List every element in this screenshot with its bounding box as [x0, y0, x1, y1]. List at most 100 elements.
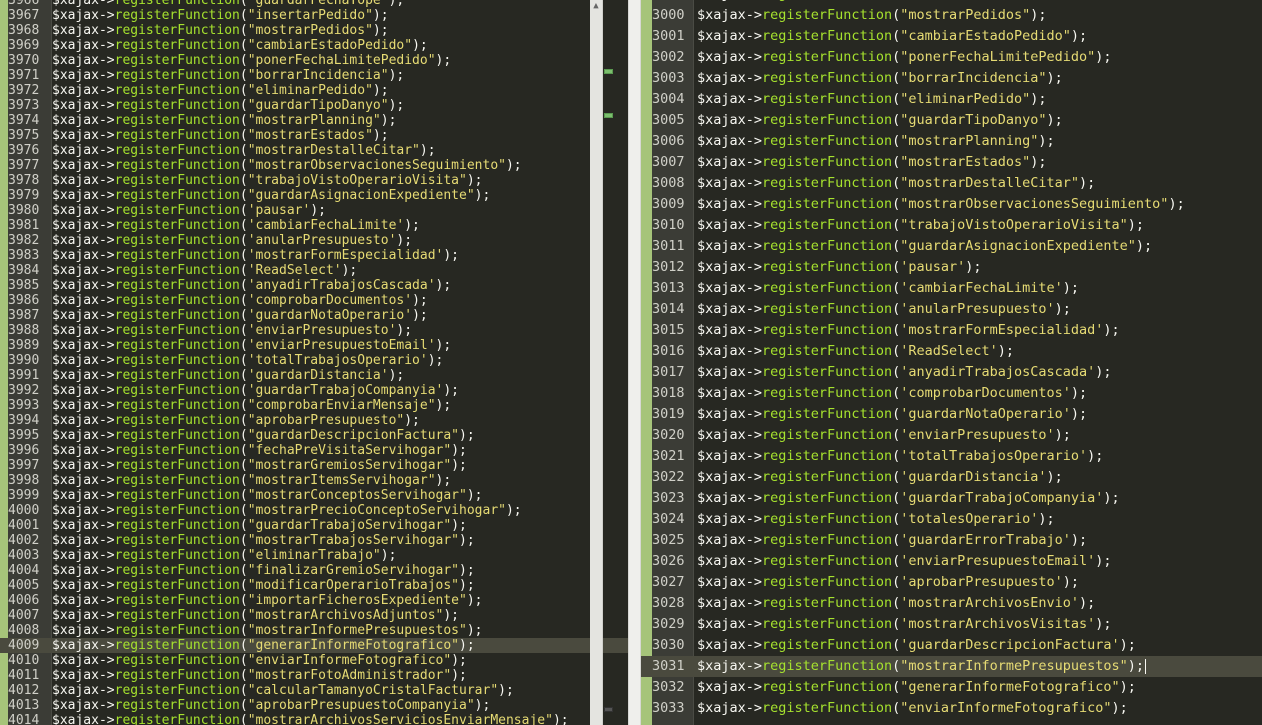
code-line[interactable]: 3992 $xajax->registerFunction('guardarTra… — [0, 383, 628, 398]
code-text[interactable]: $xajax->registerFunction("trabajoVistoOp… — [697, 215, 1144, 236]
code-text[interactable]: $xajax->registerFunction("aprobarPresupu… — [52, 698, 490, 713]
code-line[interactable]: 4004 $xajax->registerFunction("finalizarG… — [0, 563, 628, 578]
code-text[interactable]: $xajax->registerFunction('anyadirTrabajo… — [697, 362, 1112, 383]
code-line[interactable]: 3033 $xajax->registerFunction("enviarInfo… — [641, 698, 1262, 719]
code-line[interactable]: 3012 $xajax->registerFunction('pausar'); — [641, 257, 1262, 278]
code-line[interactable]: 3987 $xajax->registerFunction('guardarNot… — [0, 308, 628, 323]
code-line[interactable]: 4006 $xajax->registerFunction("importarFi… — [0, 593, 628, 608]
code-text[interactable]: $xajax->registerFunction("guardarDescrip… — [52, 428, 475, 443]
code-line[interactable]: 3971 $xajax->registerFunction("borrarInci… — [0, 68, 628, 83]
code-line[interactable]: 3997 $xajax->registerFunction("mostrarGre… — [0, 458, 628, 473]
code-text[interactable]: $xajax->registerFunction("eliminarPedido… — [697, 89, 1047, 110]
code-text[interactable]: $xajax->registerFunction("ponerFechaLimi… — [52, 53, 451, 68]
code-line[interactable]: 3996 $xajax->registerFunction("fechaPreVi… — [0, 443, 628, 458]
code-text[interactable]: $xajax->registerFunction("enviarInformeF… — [52, 653, 467, 668]
code-text[interactable]: $xajax->registerFunction('guardarDistanc… — [52, 368, 404, 383]
code-text[interactable]: $xajax->registerFunction("guardarAsignac… — [52, 188, 490, 203]
code-text[interactable]: $xajax->registerFunction('guardarTrabajo… — [52, 383, 459, 398]
code-line[interactable]: 3970 $xajax->registerFunction("ponerFecha… — [0, 53, 628, 68]
code-text[interactable]: $xajax->registerFunction('guardarDistanc… — [697, 467, 1063, 488]
code-text[interactable]: $xajax->registerFunction("modificarOpera… — [52, 578, 475, 593]
code-text[interactable]: $xajax->registerFunction("mostrarEstados… — [52, 128, 389, 143]
overview-change-marker[interactable] — [604, 69, 613, 74]
code-text[interactable]: $xajax->registerFunction("mostrarPedidos… — [52, 23, 389, 38]
code-text[interactable]: $xajax->registerFunction("mostrarArchivo… — [52, 608, 459, 623]
current-code-line[interactable]: 4009 $xajax->registerFunction("generarInf… — [0, 638, 628, 653]
pane-divider[interactable] — [628, 0, 641, 725]
code-line[interactable]: 3015 $xajax->registerFunction('mostrarFor… — [641, 320, 1262, 341]
code-text[interactable]: $xajax->registerFunction("mostrarInforme… — [697, 656, 1147, 677]
code-line[interactable]: 3975 $xajax->registerFunction("mostrarEst… — [0, 128, 628, 143]
code-text[interactable]: $xajax->registerFunction("generarInforme… — [697, 677, 1136, 698]
code-text[interactable]: $xajax->registerFunction('pausar'); — [52, 203, 326, 218]
code-line[interactable]: 4014 $xajax->registerFunction("mostrarArc… — [0, 713, 628, 725]
code-line[interactable]: 3977 $xajax->registerFunction("mostrarObs… — [0, 158, 628, 173]
code-line[interactable]: 3032 $xajax->registerFunction("generarInf… — [641, 677, 1262, 698]
code-line[interactable]: 3985 $xajax->registerFunction('anyadirTra… — [0, 278, 628, 293]
code-text[interactable]: $xajax->registerFunction("guardarTipoDan… — [697, 110, 1063, 131]
code-text[interactable]: $xajax->registerFunction("mostrarPrecioC… — [52, 503, 522, 518]
code-text[interactable]: $xajax->registerFunction('mostrarArchivo… — [697, 593, 1095, 614]
code-text[interactable]: $xajax->registerFunction("borrarIncidenc… — [52, 68, 404, 83]
code-text[interactable]: $xajax->registerFunction("insertarPedido… — [52, 8, 389, 23]
code-line[interactable]: 3018 $xajax->registerFunction('comprobarD… — [641, 383, 1262, 404]
current-code-line[interactable]: 3031 $xajax->registerFunction("mostrarInf… — [641, 656, 1262, 677]
left-editor-pane[interactable]: 3966 $xajax->registerFunction("guardarFec… — [0, 0, 628, 725]
code-line[interactable]: 3029 $xajax->registerFunction('mostrarArc… — [641, 614, 1262, 635]
code-text[interactable]: $xajax->registerFunction('comprobarDocum… — [52, 293, 428, 308]
code-text[interactable]: $xajax->registerFunction('ReadSelect'); — [697, 341, 1014, 362]
code-line[interactable]: 3021 $xajax->registerFunction('totalTraba… — [641, 446, 1262, 467]
code-line[interactable]: 3014 $xajax->registerFunction('anularPres… — [641, 299, 1262, 320]
code-text[interactable]: $xajax->registerFunction('mostrarArchivo… — [697, 614, 1112, 635]
code-text[interactable]: $xajax->registerFunction("calcularTamany… — [52, 683, 514, 698]
code-text[interactable]: $xajax->registerFunction('enviarPresupue… — [52, 338, 451, 353]
code-text[interactable]: $xajax->registerFunction('guardarTrabajo… — [697, 488, 1120, 509]
code-text[interactable]: $xajax->registerFunction("comprobarEnvia… — [52, 398, 451, 413]
code-text[interactable]: $xajax->registerFunction("mostrarFotoAdm… — [52, 668, 467, 683]
code-text[interactable]: $xajax->registerFunction('cambiarFechaLi… — [52, 218, 420, 233]
code-line[interactable]: 3983 $xajax->registerFunction('mostrarFor… — [0, 248, 628, 263]
code-line[interactable]: 3980 $xajax->registerFunction('pausar'); — [0, 203, 628, 218]
code-text[interactable]: $xajax->registerFunction("cambiarEstadoP… — [697, 26, 1087, 47]
code-line[interactable]: 3003 $xajax->registerFunction("borrarInci… — [641, 68, 1262, 89]
code-text[interactable]: $xajax->registerFunction("mostrarPlannin… — [52, 113, 396, 128]
code-line[interactable]: 3006 $xajax->registerFunction("mostrarPla… — [641, 131, 1262, 152]
code-line[interactable]: 3984 $xajax->registerFunction('ReadSelect… — [0, 263, 628, 278]
code-line[interactable]: 4005 $xajax->registerFunction("modificarO… — [0, 578, 628, 593]
code-line[interactable]: 3028 $xajax->registerFunction('mostrarArc… — [641, 593, 1262, 614]
code-line[interactable]: 3019 $xajax->registerFunction('guardarNot… — [641, 404, 1262, 425]
code-line[interactable]: 3972 $xajax->registerFunction("eliminarPe… — [0, 83, 628, 98]
code-text[interactable]: $xajax->registerFunction('totalTrabajosO… — [697, 446, 1103, 467]
right-editor-pane[interactable]: 2999$xajax->registerFunction("insertarPe… — [641, 0, 1262, 725]
code-text[interactable]: $xajax->registerFunction('totalTrabajosO… — [52, 353, 443, 368]
code-line[interactable]: 3994 $xajax->registerFunction("aprobarPre… — [0, 413, 628, 428]
code-line[interactable]: 3009 $xajax->registerFunction("mostrarObs… — [641, 194, 1262, 215]
code-line[interactable]: 3010 $xajax->registerFunction("trabajoVis… — [641, 215, 1262, 236]
code-text[interactable]: $xajax->registerFunction("mostrarGremios… — [52, 458, 467, 473]
code-text[interactable]: $xajax->registerFunction("aprobarPresupu… — [52, 413, 420, 428]
code-line[interactable]: 3999 $xajax->registerFunction("mostrarCon… — [0, 488, 628, 503]
code-text[interactable]: $xajax->registerFunction("finalizarGremi… — [52, 563, 475, 578]
code-text[interactable]: $xajax->registerFunction("eliminarPedido… — [52, 83, 389, 98]
code-text[interactable]: $xajax->registerFunction('anularPresupue… — [697, 299, 1071, 320]
code-line[interactable]: 4007 $xajax->registerFunction("mostrarArc… — [0, 608, 628, 623]
code-line[interactable]: 4010 $xajax->registerFunction("enviarInfo… — [0, 653, 628, 668]
code-text[interactable]: $xajax->registerFunction("ponerFechaLimi… — [697, 47, 1112, 68]
code-text[interactable]: $xajax->registerFunction("guardarTipoDan… — [52, 98, 404, 113]
code-line[interactable]: 4003 $xajax->registerFunction("eliminarTr… — [0, 548, 628, 563]
left-scrollbar[interactable] — [590, 0, 603, 725]
code-text[interactable]: $xajax->registerFunction("mostrarDestall… — [697, 173, 1095, 194]
code-text[interactable]: $xajax->registerFunction('pausar'); — [697, 257, 982, 278]
code-text[interactable]: $xajax->registerFunction("mostrarObserva… — [52, 158, 522, 173]
code-text[interactable]: $xajax->registerFunction('ReadSelect'); — [52, 263, 357, 278]
code-line[interactable]: 3000 $xajax->registerFunction("mostrarPed… — [641, 5, 1262, 26]
code-text[interactable]: $xajax->registerFunction('comprobarDocum… — [697, 383, 1087, 404]
code-line[interactable]: 3995 $xajax->registerFunction("guardarDes… — [0, 428, 628, 443]
code-text[interactable]: $xajax->registerFunction('enviarPresupue… — [697, 551, 1112, 572]
code-line[interactable]: 3013 $xajax->registerFunction('cambiarFec… — [641, 278, 1262, 299]
code-line[interactable]: 3993 $xajax->registerFunction("comprobarE… — [0, 398, 628, 413]
code-line[interactable]: 4008 $xajax->registerFunction("mostrarInf… — [0, 623, 628, 638]
code-line[interactable]: 3978 $xajax->registerFunction("trabajoVis… — [0, 173, 628, 188]
code-text[interactable]: $xajax->registerFunction("guardarAsignac… — [697, 236, 1152, 257]
code-line[interactable]: 3973 $xajax->registerFunction("guardarTip… — [0, 98, 628, 113]
